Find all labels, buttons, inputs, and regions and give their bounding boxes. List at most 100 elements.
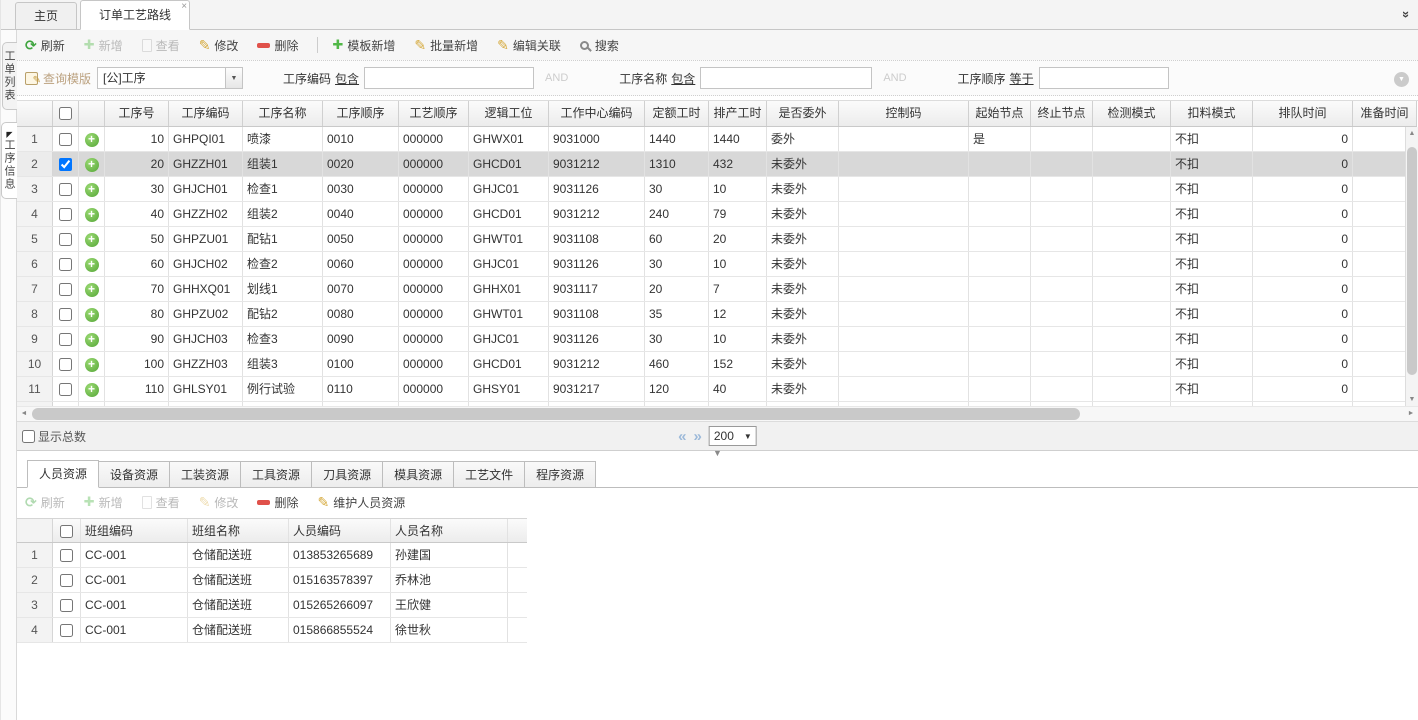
- edit-button[interactable]: ✎修改: [199, 494, 239, 511]
- table-row[interactable]: 6+60GHJCH02检查20060000000GHJC019031126301…: [17, 252, 1417, 277]
- scroll-down-icon[interactable]: ▼: [1406, 393, 1418, 406]
- query-template-label[interactable]: 查询模版: [43, 70, 91, 87]
- row-checkbox[interactable]: [59, 383, 72, 396]
- column-header[interactable]: 工序编码: [169, 101, 243, 126]
- tab-program-resource[interactable]: 程序资源: [525, 461, 596, 488]
- refresh-button[interactable]: ⟳刷新: [25, 37, 65, 54]
- column-header[interactable]: 工作中心编码: [549, 101, 645, 126]
- add-row-icon[interactable]: +: [85, 158, 99, 172]
- tab-tool-resource[interactable]: 工具资源: [241, 461, 312, 488]
- table-row[interactable]: 8+80GHPZU02配钻20080000000GHWT019031108351…: [17, 302, 1417, 327]
- tab-cutter-resource[interactable]: 刀具资源: [312, 461, 383, 488]
- combo-dropdown-button[interactable]: ▼: [225, 67, 243, 89]
- column-header[interactable]: 逻辑工位: [469, 101, 549, 126]
- row-checkbox[interactable]: [59, 308, 72, 321]
- tab-equipment-resource[interactable]: 设备资源: [99, 461, 170, 488]
- add-row-icon[interactable]: +: [85, 283, 99, 297]
- row-checkbox[interactable]: [60, 549, 73, 562]
- column-header[interactable]: 检测模式: [1093, 101, 1171, 126]
- column-header[interactable]: 扣料模式: [1171, 101, 1253, 126]
- tab-personnel-resource[interactable]: 人员资源: [27, 460, 99, 488]
- add-row-icon[interactable]: +: [85, 133, 99, 147]
- column-header[interactable]: 工序顺序: [323, 101, 399, 126]
- column-header[interactable]: 人员编码: [289, 519, 391, 542]
- vertical-scrollbar[interactable]: ▲ ▼: [1405, 127, 1418, 406]
- show-total-checkbox[interactable]: [22, 430, 35, 443]
- delete-button[interactable]: 删除: [257, 494, 298, 511]
- column-header[interactable]: 工序号: [105, 101, 169, 126]
- query-op-label[interactable]: 等于: [1010, 70, 1034, 87]
- table-row[interactable]: 10+100GHZZH03组装30100000000GHCD0190312124…: [17, 352, 1417, 377]
- sidebar-tab-process-info[interactable]: ◤工序信息: [1, 122, 17, 199]
- tab-mold-resource[interactable]: 模具资源: [383, 461, 454, 488]
- tab-fixture-resource[interactable]: 工装资源: [170, 461, 241, 488]
- column-header[interactable]: 排队时间: [1253, 101, 1353, 126]
- splitter-collapse-handle[interactable]: ▼: [713, 449, 722, 458]
- add-button[interactable]: ✚新增: [84, 37, 123, 54]
- table-row[interactable]: 1+10GHPQI01喷漆0010000000GHWX0190310001440…: [17, 127, 1417, 152]
- row-checkbox[interactable]: [59, 333, 72, 346]
- table-row[interactable]: 3+30GHJCH01检查10030000000GHJC019031126301…: [17, 177, 1417, 202]
- query-input-1[interactable]: [700, 67, 872, 89]
- panel-splitter[interactable]: ▼: [17, 451, 1418, 460]
- row-checkbox[interactable]: [59, 158, 72, 171]
- column-header[interactable]: 排产工时: [709, 101, 767, 126]
- view-button[interactable]: 查看: [142, 494, 180, 511]
- row-checkbox[interactable]: [59, 258, 72, 271]
- table-row[interactable]: 11+110GHLSY01例行试验0110000000GHSY019031217…: [17, 377, 1417, 402]
- add-row-icon[interactable]: +: [85, 308, 99, 322]
- batch-add-button[interactable]: ✎批量新增: [414, 37, 478, 54]
- template-add-button[interactable]: ✚模板新增: [332, 37, 395, 54]
- tab-process-file[interactable]: 工艺文件: [454, 461, 525, 488]
- query-op-label[interactable]: 包含: [335, 70, 359, 87]
- select-all-checkbox[interactable]: [59, 107, 72, 120]
- row-checkbox[interactable]: [60, 599, 73, 612]
- edit-relation-button[interactable]: ✎编辑关联: [497, 37, 561, 54]
- tab-overflow-icon[interactable]: »: [1399, 11, 1414, 18]
- column-header[interactable]: 人员名称: [391, 519, 508, 542]
- table-row[interactable]: 4+40GHZZH02组装20040000000GHCD019031212240…: [17, 202, 1417, 227]
- row-checkbox[interactable]: [59, 283, 72, 296]
- column-header[interactable]: 是否委外: [767, 101, 839, 126]
- scroll-right-icon[interactable]: ►: [1404, 407, 1418, 421]
- scrollbar-thumb[interactable]: [1407, 147, 1417, 375]
- row-checkbox[interactable]: [59, 358, 72, 371]
- column-header[interactable]: 终止节点: [1031, 101, 1093, 126]
- column-header[interactable]: 准备时间: [1353, 101, 1417, 126]
- row-checkbox[interactable]: [59, 133, 72, 146]
- query-op-label[interactable]: 包含: [671, 70, 695, 87]
- table-row[interactable]: 7+70GHHXQ01划线10070000000GHHX019031117207…: [17, 277, 1417, 302]
- view-button[interactable]: 查看: [142, 37, 180, 54]
- query-input-2[interactable]: [1039, 67, 1169, 89]
- tab-home[interactable]: 主页: [15, 2, 77, 30]
- add-row-icon[interactable]: +: [85, 258, 99, 272]
- row-checkbox[interactable]: [60, 574, 73, 587]
- scrollbar-thumb[interactable]: [32, 408, 1080, 420]
- column-header[interactable]: 班组编码: [81, 519, 188, 542]
- next-page-button[interactable]: »: [694, 429, 702, 444]
- page-size-select[interactable]: 200 ▼: [709, 426, 757, 446]
- tab-order-process-route[interactable]: 订单工艺路线×: [80, 0, 190, 30]
- edit-button[interactable]: ✎修改: [199, 37, 239, 54]
- table-row[interactable]: 5+50GHPZU01配钻10050000000GHWT019031108602…: [17, 227, 1417, 252]
- prev-page-button[interactable]: «: [678, 429, 686, 444]
- delete-button[interactable]: 删除: [257, 37, 298, 54]
- search-button[interactable]: 搜索: [580, 37, 619, 54]
- column-header[interactable]: 工序名称: [243, 101, 323, 126]
- row-checkbox[interactable]: [59, 208, 72, 221]
- add-row-icon[interactable]: +: [85, 183, 99, 197]
- row-checkbox[interactable]: [59, 183, 72, 196]
- column-header[interactable]: 班组名称: [188, 519, 289, 542]
- scroll-left-icon[interactable]: ◄: [17, 407, 31, 421]
- scroll-up-icon[interactable]: ▲: [1406, 127, 1418, 140]
- row-checkbox[interactable]: [60, 624, 73, 637]
- table-row[interactable]: 4CC-001仓储配送班015866855524徐世秋: [17, 618, 527, 643]
- column-header[interactable]: 起始节点: [969, 101, 1031, 126]
- query-input-0[interactable]: [364, 67, 534, 89]
- column-header[interactable]: 工艺顺序: [399, 101, 469, 126]
- row-checkbox[interactable]: [59, 233, 72, 246]
- select-all-checkbox[interactable]: [60, 525, 73, 538]
- table-row[interactable]: 1CC-001仓储配送班013853265689孙建国: [17, 543, 527, 568]
- query-expand-button[interactable]: ▼: [1394, 72, 1409, 87]
- add-button[interactable]: ✚新增: [84, 494, 123, 511]
